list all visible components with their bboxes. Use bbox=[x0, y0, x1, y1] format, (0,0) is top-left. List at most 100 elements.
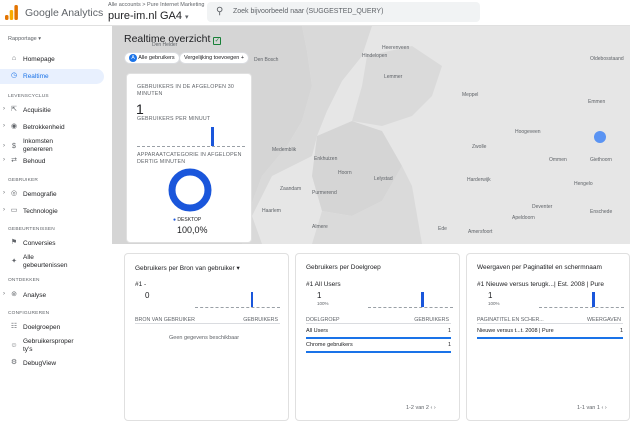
mini-chart-bar bbox=[592, 292, 595, 307]
map-label: Purmerend bbox=[312, 190, 337, 196]
card-title-text: Gebruikers per Bron van gebruiker bbox=[135, 265, 235, 272]
map-label: Hengelo bbox=[574, 181, 593, 187]
chevron-down-icon: ▾ bbox=[185, 14, 189, 21]
row-name: Chrome gebruikers bbox=[306, 342, 353, 348]
card-title[interactable]: Gebruikers per Bron van gebruiker ▾ bbox=[135, 264, 240, 272]
mini-chart-bar bbox=[251, 292, 253, 307]
devices-icon: ▭ bbox=[10, 207, 18, 214]
top-rank: #1 All Users bbox=[306, 281, 341, 288]
row-name: All Users bbox=[306, 328, 329, 334]
top-rank: #1 Nieuwe versus terugk...| Est. 2008 | … bbox=[477, 281, 604, 288]
sidebar-item-label: Doelgroepen bbox=[23, 324, 61, 331]
card-title[interactable]: Gebruikers per Doelgroep bbox=[306, 264, 381, 271]
prev-page-icon[interactable]: ‹ bbox=[601, 405, 603, 411]
mini-chart-axis bbox=[539, 307, 624, 308]
mini-chart-axis bbox=[368, 307, 453, 308]
sidebar-item-gebruikersproperties[interactable]: ☺ Gebruikersproper ty's bbox=[0, 336, 104, 356]
map-label: Emmen bbox=[588, 99, 606, 105]
realtime-users-card: GEBRUIKERS IN DE AFGELOPEN 30 MINUTEN 1 … bbox=[126, 73, 252, 243]
map-label: Harderwijk bbox=[467, 177, 491, 183]
map-label: Meppel bbox=[462, 92, 479, 98]
reports-label: Rapportage bbox=[8, 36, 37, 42]
all-users-chip[interactable]: A Alle gebruikers bbox=[124, 52, 180, 64]
sidebar-item-label: Betrokkenheid bbox=[23, 124, 65, 131]
analytics-logo-icon[interactable] bbox=[5, 5, 18, 20]
sidebar-item-homepage[interactable]: ⌂ Homepage bbox=[0, 52, 104, 67]
divider bbox=[477, 323, 623, 324]
card-audience: Gebruikers per Doelgroep #1 All Users 1 … bbox=[295, 253, 460, 421]
segment-avatar-icon: A bbox=[129, 54, 137, 62]
empty-state: Geen gegevens beschikbaar bbox=[169, 335, 240, 341]
sidebar-item-betrokkenheid[interactable]: › ◉ Betrokkenheid bbox=[0, 120, 104, 135]
table-row[interactable]: Nieuwe versus t...t. 2008 | Pure 1 bbox=[477, 328, 623, 339]
section-title: GEBRUIKER bbox=[8, 178, 39, 183]
chevron-right-icon: › bbox=[3, 106, 5, 112]
property-selector[interactable]: pure-im.nl GA4 ▾ bbox=[108, 10, 189, 22]
sidebar-item-label: Demografie bbox=[23, 191, 57, 198]
chevron-right-icon: › bbox=[3, 157, 5, 163]
sidebar-item-realtime[interactable]: ◷ Realtime bbox=[0, 69, 104, 84]
divider bbox=[135, 323, 280, 324]
chevron-right-icon: › bbox=[3, 143, 5, 149]
device-legend: ● DESKTOP bbox=[173, 217, 201, 223]
top-value: 1 bbox=[488, 291, 493, 300]
sidebar-item-label: Technologie bbox=[23, 208, 58, 215]
sidebar-item-acquisitie[interactable]: › ⇱ Acquisitie bbox=[0, 103, 104, 118]
top-bar: Google Analytics Alle accounts > Pure In… bbox=[0, 0, 630, 26]
sidebar-item-label: Inkomsten genereren bbox=[23, 138, 53, 153]
sidebar-item-debugview[interactable]: ⚙ DebugView bbox=[0, 356, 104, 371]
map-label: Enkhuizen bbox=[314, 156, 338, 162]
sidebar-item-technologie[interactable]: › ▭ Technologie bbox=[0, 204, 104, 219]
map-label: Ede bbox=[438, 226, 447, 232]
next-page-icon[interactable]: › bbox=[605, 405, 607, 411]
sidebar-item-demografie[interactable]: › ◎ Demografie bbox=[0, 187, 104, 202]
search-input[interactable]: ⚲ Zoek bijvoorbeeld naar (SUGGESTED_QUER… bbox=[207, 2, 480, 22]
map-label: Haarlem bbox=[262, 208, 281, 214]
top-value: 0 bbox=[145, 291, 150, 300]
events-icon: ✦ bbox=[11, 258, 17, 265]
verified-icon: ✓ bbox=[213, 37, 222, 45]
device-percentage: 100,0% bbox=[177, 225, 208, 235]
next-page-icon[interactable]: › bbox=[434, 405, 436, 411]
breadcrumb[interactable]: Alle accounts > Pure Internet Marketing bbox=[108, 2, 204, 8]
map-label: Zwolle bbox=[472, 144, 487, 150]
sidebar-item-doelgroepen[interactable]: ☷ Doelgroepen bbox=[0, 320, 104, 335]
prev-page-icon[interactable]: ‹ bbox=[430, 405, 432, 411]
table-row[interactable]: All Users 1 bbox=[306, 328, 451, 339]
pagination-text: 1-1 van 1 bbox=[577, 405, 600, 411]
property-name: pure-im.nl GA4 bbox=[108, 10, 182, 22]
pagination-text: 1-2 van 2 bbox=[406, 405, 429, 411]
chevron-right-icon: › bbox=[3, 123, 5, 129]
card-user-source: Gebruikers per Bron van gebruiker ▾ #1 -… bbox=[124, 253, 289, 421]
table-row[interactable]: Chrome gebruikers 1 bbox=[306, 342, 451, 353]
card-page-views: Weergaven per Paginatitel en schermnaam … bbox=[466, 253, 630, 421]
sidebar-item-analyse[interactable]: › ⊚ Analyse bbox=[0, 288, 104, 303]
globe-icon: ◎ bbox=[10, 190, 18, 197]
device-donut-chart[interactable] bbox=[167, 167, 213, 213]
sidebar-item-conversies[interactable]: ⚑ Conversies bbox=[0, 236, 104, 251]
add-comparison-chip[interactable]: Vergelijking toevoegen + bbox=[179, 52, 250, 64]
users-30-label: GEBRUIKERS IN DE AFGELOPEN 30 MINUTEN bbox=[137, 84, 235, 97]
sidebar-item-label: Realtime bbox=[23, 73, 49, 80]
legend-dot-icon: ● bbox=[173, 217, 177, 223]
monetization-icon: $ bbox=[12, 143, 16, 150]
sidebar-item-alle-gebeurtenissen[interactable]: ✦ Alle gebeurtenissen bbox=[0, 252, 104, 272]
debug-icon: ⚙ bbox=[10, 359, 18, 366]
map-label: Ommen bbox=[549, 157, 567, 163]
per-minute-bar bbox=[211, 127, 214, 146]
brand-name: Google Analytics bbox=[25, 7, 104, 19]
top-pct: 100% bbox=[317, 301, 329, 306]
map-label: Giethoorn bbox=[590, 157, 612, 163]
sidebar-item-label: Alle gebeurtenissen bbox=[23, 254, 68, 269]
map-label: Lelystad bbox=[374, 176, 393, 182]
reports-menu[interactable]: Rapportage ▾ bbox=[8, 36, 41, 42]
map-label: Enschede bbox=[590, 209, 613, 215]
section-title: CONFIGUREREN bbox=[8, 311, 50, 316]
map-label: Hoogeveen bbox=[515, 129, 541, 135]
search-placeholder: Zoek bijvoorbeeld naar (SUGGESTED_QUERY) bbox=[233, 8, 384, 15]
sidebar-item-behoud[interactable]: › ⇄ Behoud bbox=[0, 154, 104, 169]
per-minute-axis bbox=[137, 146, 245, 147]
row-value: 1 bbox=[619, 328, 623, 334]
sidebar-item-label: DebugView bbox=[23, 360, 57, 367]
card-title[interactable]: Weergaven per Paginatitel en schermnaam bbox=[477, 264, 602, 271]
